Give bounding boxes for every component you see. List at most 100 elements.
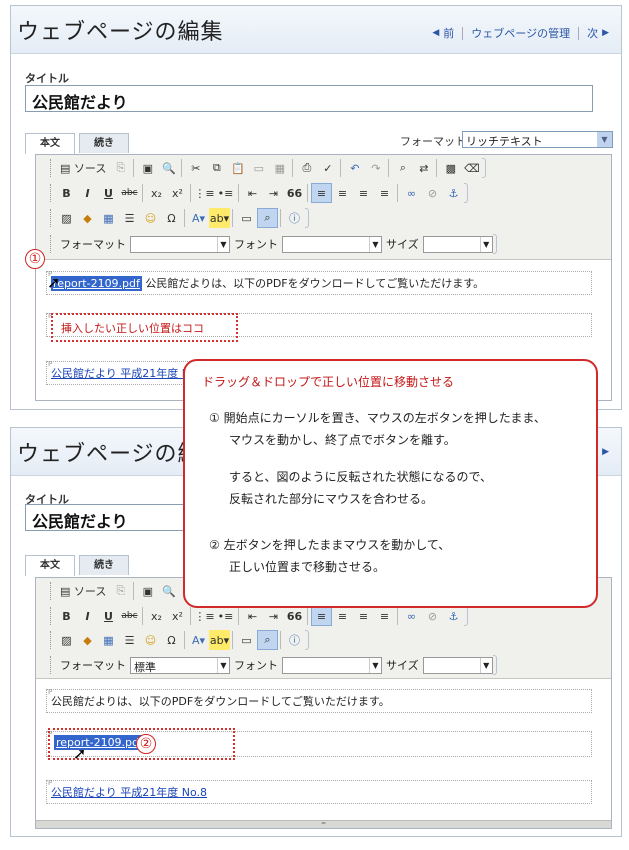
align-center-icon[interactable]: ≡	[332, 606, 353, 626]
superscript-button[interactable]: x²	[167, 606, 188, 626]
underline-button[interactable]: U	[98, 183, 119, 203]
prev-arrow-icon[interactable]: ◀	[432, 28, 439, 38]
chevron-down-icon[interactable]: ▼	[597, 132, 612, 147]
horizontal-rule-icon[interactable]: ☰	[119, 208, 140, 228]
cut-icon[interactable]: ✂	[185, 158, 206, 178]
templates-icon[interactable]: ⎘	[110, 158, 131, 178]
flash-icon[interactable]: ◆	[77, 630, 98, 650]
numbered-list-icon[interactable]: ⋮≡	[194, 606, 215, 626]
toolbar-grip[interactable]	[50, 656, 53, 674]
toolbar-grip[interactable]	[50, 631, 53, 649]
special-char-button[interactable]: Ω	[161, 208, 182, 228]
maximize-icon[interactable]: ▭	[236, 208, 257, 228]
format-select[interactable]: リッチテキスト ▼	[462, 131, 613, 148]
unlink-icon[interactable]: ⊘	[422, 606, 443, 626]
chevron-down-icon[interactable]: ▼	[217, 236, 229, 252]
next-arrow-icon[interactable]: ▶	[602, 28, 609, 38]
superscript-button[interactable]: x²	[167, 183, 188, 203]
select-all-icon[interactable]: ▩	[440, 158, 461, 178]
redo-icon[interactable]: ↷	[365, 158, 386, 178]
align-right-icon[interactable]: ≡	[353, 183, 374, 203]
source-button[interactable]: ▤ ソース	[56, 158, 110, 178]
strike-button[interactable]: abc	[119, 606, 140, 626]
copy-icon[interactable]: ⧉	[206, 158, 227, 178]
blockquote-button[interactable]: 66	[284, 183, 305, 203]
nav-next-link[interactable]: 次	[587, 25, 598, 41]
text-color-icon[interactable]: A▾	[188, 208, 209, 228]
help-icon[interactable]: ⓘ	[284, 630, 305, 650]
text-color-icon[interactable]: A▾	[188, 630, 209, 650]
outdent-icon[interactable]: ⇤	[242, 606, 263, 626]
bulleted-list-icon[interactable]: •≡	[215, 606, 236, 626]
underline-button[interactable]: U	[98, 606, 119, 626]
tab-body[interactable]: 本文	[25, 133, 75, 154]
title-input[interactable]: 公民館だより	[25, 85, 593, 112]
format-combo[interactable]: 標準 ▼	[130, 656, 230, 674]
format-combo[interactable]: ▼	[130, 235, 230, 253]
paragraph-1[interactable]: P report-2109.pdf 公民館だよりは、以下のPDFをダウンロードし…	[46, 270, 592, 295]
table-icon[interactable]: ▦	[98, 208, 119, 228]
horizontal-rule-icon[interactable]: ☰	[119, 630, 140, 650]
toolbar-grip[interactable]	[50, 607, 53, 625]
find-icon[interactable]: ⌕	[392, 158, 413, 178]
numbered-list-icon[interactable]: ⋮≡	[194, 183, 215, 203]
paragraph-1[interactable]: P 公民館だよりは、以下のPDFをダウンロードしてご覧いただけます。	[46, 688, 592, 713]
nav-manage-link[interactable]: ウェブページの管理	[471, 25, 570, 41]
subscript-button[interactable]: x₂	[146, 183, 167, 203]
toolbar-grip[interactable]	[50, 235, 53, 253]
bg-color-icon[interactable]: ab▾	[209, 208, 230, 228]
maximize-icon[interactable]: ▭	[236, 630, 257, 650]
subscript-button[interactable]: x₂	[146, 606, 167, 626]
tab-continue[interactable]: 続き	[79, 555, 129, 575]
save-icon[interactable]: ▣	[137, 581, 158, 601]
link-icon[interactable]: ∞	[401, 183, 422, 203]
tab-continue[interactable]: 続き	[79, 133, 129, 153]
paste-word-icon[interactable]: ▦	[269, 158, 290, 178]
align-right-icon[interactable]: ≡	[353, 606, 374, 626]
toolbar-grip[interactable]	[50, 184, 53, 202]
italic-button[interactable]: I	[77, 183, 98, 203]
table-icon[interactable]: ▦	[98, 630, 119, 650]
tab-body[interactable]: 本文	[25, 555, 75, 576]
toolbar-grip[interactable]	[50, 582, 53, 600]
chevron-down-icon[interactable]: ▼	[369, 236, 381, 252]
moved-file-link[interactable]: report-2109.pdf	[54, 735, 145, 750]
show-blocks-icon[interactable]: ⌕	[257, 208, 278, 228]
align-justify-icon[interactable]: ≡	[374, 183, 395, 203]
chevron-down-icon[interactable]: ▼	[479, 236, 492, 252]
show-blocks-icon[interactable]: ⌕	[257, 630, 278, 650]
save-icon[interactable]: ▣	[137, 158, 158, 178]
templates-icon[interactable]: ⎘	[110, 581, 131, 601]
anchor-icon[interactable]: ⚓	[443, 183, 464, 203]
preview-icon[interactable]: 🔍	[158, 158, 179, 178]
preview-icon[interactable]: 🔍	[158, 581, 179, 601]
paste-icon[interactable]: 📋	[227, 158, 248, 178]
resize-bar[interactable]: ═	[36, 820, 611, 828]
smiley-icon[interactable]: ☺	[140, 630, 161, 650]
chevron-down-icon[interactable]: ▼	[369, 657, 381, 673]
next-arrow-icon[interactable]: ▶	[602, 447, 609, 457]
bold-button[interactable]: B	[56, 183, 77, 203]
strike-button[interactable]: abc	[119, 183, 140, 203]
paragraph-3[interactable]: P 公民館だより 平成21年度 No.8	[46, 779, 592, 804]
newsletter-link[interactable]: 公民館だより 平成21年度 No.8	[51, 786, 207, 799]
replace-icon[interactable]: ⇄	[413, 158, 434, 178]
anchor-icon[interactable]: ⚓	[443, 606, 464, 626]
align-justify-icon[interactable]: ≡	[374, 606, 395, 626]
print-icon[interactable]: ⎙	[296, 158, 317, 178]
flash-icon[interactable]: ◆	[77, 208, 98, 228]
font-combo[interactable]: ▼	[282, 235, 382, 253]
size-combo[interactable]: ▼	[422, 235, 493, 253]
indent-icon[interactable]: ⇥	[263, 183, 284, 203]
bg-color-icon[interactable]: ab▾	[209, 630, 230, 650]
indent-icon[interactable]: ⇥	[263, 606, 284, 626]
bold-button[interactable]: B	[56, 606, 77, 626]
selected-file-link[interactable]: report-2109.pdf	[51, 276, 142, 291]
link-icon[interactable]: ∞	[401, 606, 422, 626]
source-button[interactable]: ▤ ソース	[56, 581, 110, 601]
align-left-icon[interactable]: ≡	[311, 606, 332, 626]
italic-button[interactable]: I	[77, 606, 98, 626]
chevron-down-icon[interactable]: ▼	[479, 657, 492, 673]
blockquote-button[interactable]: 66	[284, 606, 305, 626]
undo-icon[interactable]: ↶	[344, 158, 365, 178]
